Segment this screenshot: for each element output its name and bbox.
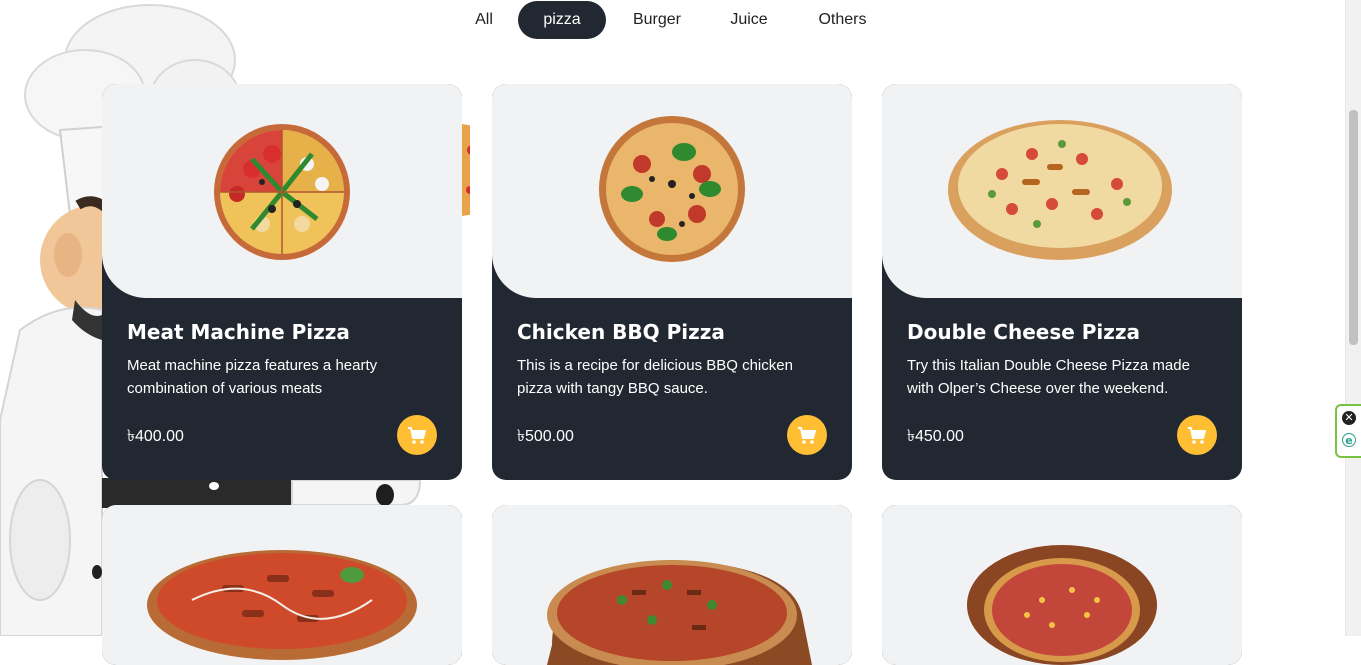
product-card <box>102 505 462 665</box>
tab-burger[interactable]: Burger <box>617 1 697 39</box>
product-title[interactable]: Double Cheese Pizza <box>907 320 1140 344</box>
product-price: ৳400.00 <box>127 428 184 445</box>
pizza-image <box>948 120 1172 260</box>
tab-others[interactable]: Others <box>805 1 880 39</box>
tab-pizza[interactable]: pizza <box>518 1 606 39</box>
close-icon[interactable]: ✕ <box>1342 411 1356 425</box>
tab-all[interactable]: All <box>460 1 508 39</box>
category-filter-tabs: All pizza Burger Juice Others <box>0 1 1346 39</box>
product-price: ৳500.00 <box>517 428 574 445</box>
shopping-cart-icon <box>1188 427 1206 444</box>
add-to-cart-button[interactable] <box>1177 415 1217 455</box>
product-image-area <box>882 505 1242 665</box>
pizza-image <box>547 560 812 665</box>
page-scrollbar[interactable] <box>1345 0 1361 636</box>
product-image-area <box>102 505 462 665</box>
product-image-area <box>492 84 852 298</box>
product-card <box>882 505 1242 665</box>
product-title[interactable]: Chicken BBQ Pizza <box>517 320 725 344</box>
pizza-image <box>967 545 1157 665</box>
product-description: Try this Italian Double Cheese Pizza mad… <box>907 357 1190 397</box>
product-image-area <box>102 84 462 298</box>
add-to-cart-button[interactable] <box>787 415 827 455</box>
pizza-image <box>214 124 350 260</box>
product-image-area <box>882 84 1242 298</box>
add-to-cart-button[interactable] <box>397 415 437 455</box>
product-description: Meat machine pizza features a hearty com… <box>127 357 378 397</box>
pizza-image <box>147 550 417 660</box>
product-card: Double Cheese Pizza Try this Italian Dou… <box>882 84 1242 480</box>
scrollbar-thumb[interactable] <box>1349 110 1358 345</box>
product-title[interactable]: Meat Machine Pizza <box>127 320 350 344</box>
extension-widget: ✕ e <box>1335 404 1361 458</box>
e-icon[interactable]: e <box>1342 433 1356 447</box>
product-card: Chicken BBQ Pizza This is a recipe for d… <box>492 84 852 480</box>
product-image-area <box>492 505 852 665</box>
product-description: This is a recipe for delicious BBQ chick… <box>517 357 793 397</box>
product-card: Meat Machine Pizza Meat machine pizza fe… <box>102 84 462 480</box>
shopping-cart-icon <box>408 427 426 444</box>
pizza-image <box>599 116 745 262</box>
tab-juice[interactable]: Juice <box>718 1 780 39</box>
shopping-cart-icon <box>798 427 816 444</box>
product-price: ৳450.00 <box>907 428 964 445</box>
product-card <box>492 505 852 665</box>
